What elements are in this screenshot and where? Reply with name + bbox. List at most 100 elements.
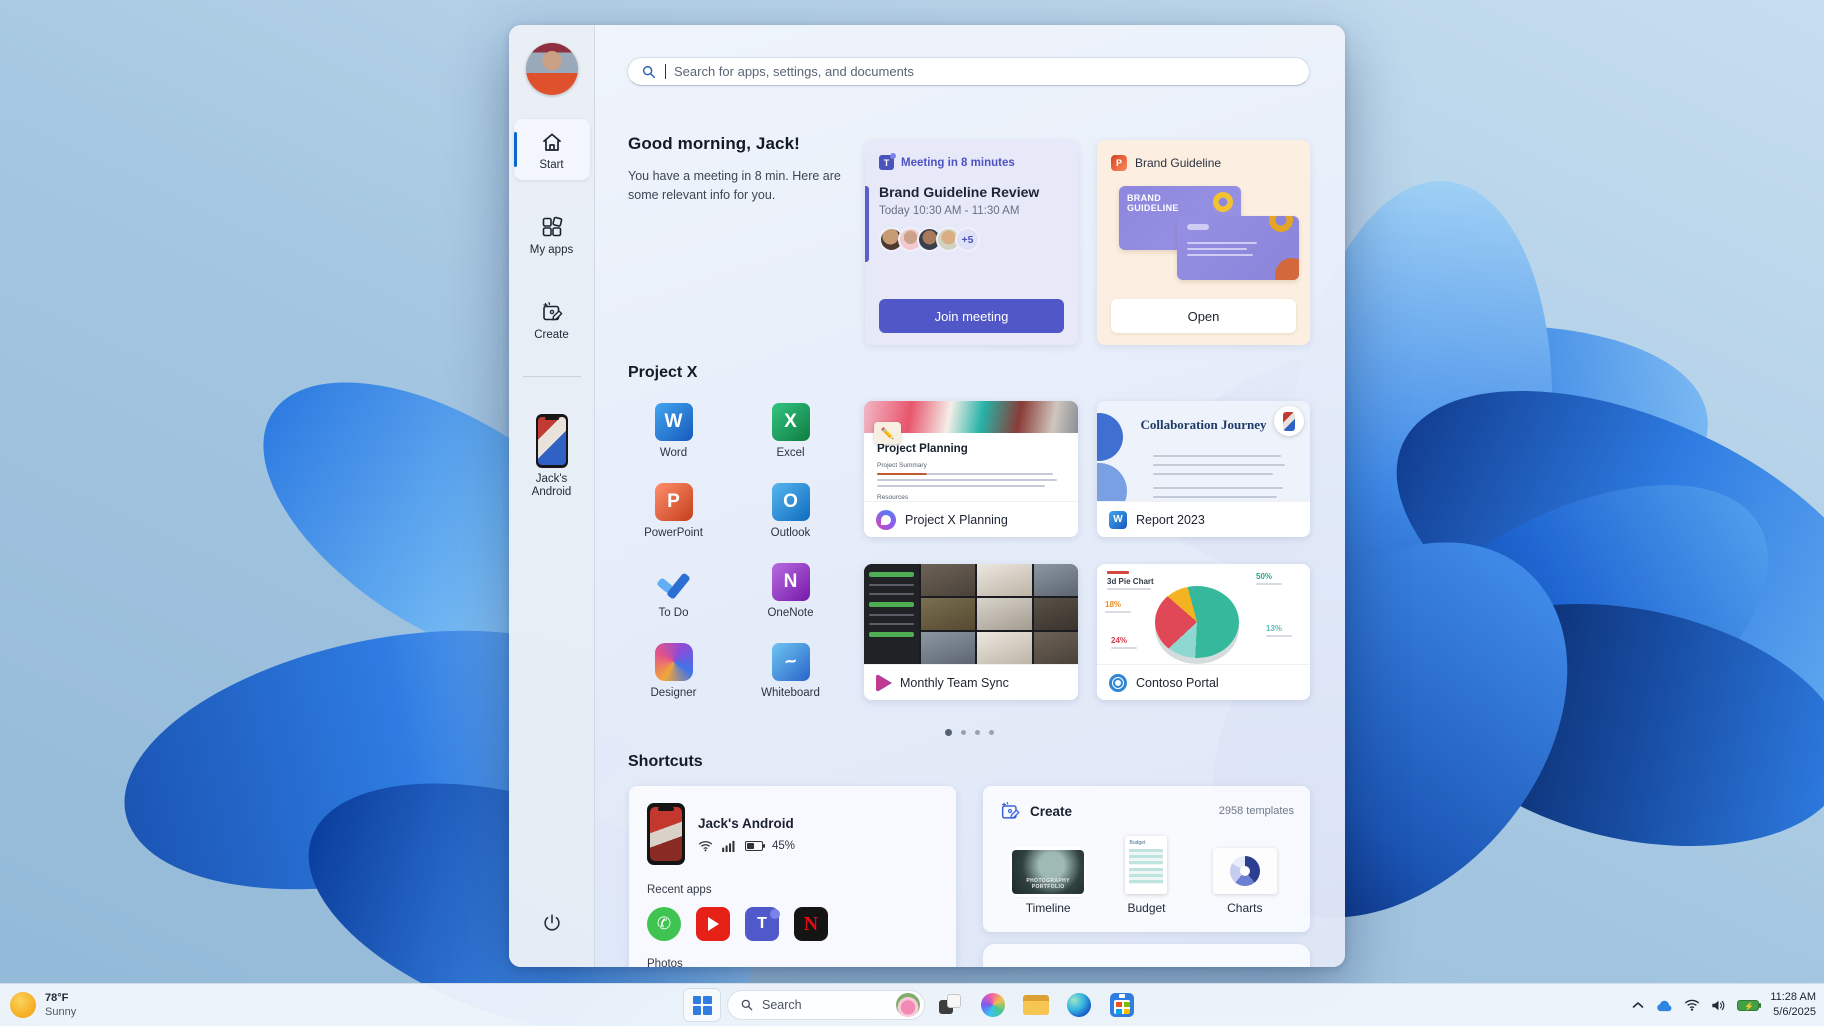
edge-button[interactable]	[1061, 989, 1097, 1021]
join-meeting-button[interactable]: Join meeting	[879, 299, 1064, 333]
card-contoso-portal[interactable]: 3d Pie Chart 50% 18% 24% 13% Contoso Por…	[1097, 564, 1310, 700]
task-view-button[interactable]	[932, 989, 968, 1021]
word-icon: W	[654, 403, 693, 441]
template-label: Budget	[1127, 901, 1166, 915]
template-charts[interactable]: Charts	[1196, 832, 1294, 915]
battery-icon	[745, 841, 765, 851]
phone-card-title: Jack's Android	[698, 816, 794, 831]
tray-chevron-icon[interactable]	[1632, 1001, 1644, 1009]
pie-label: 50%	[1256, 572, 1282, 585]
weather-widget[interactable]: 78°F Sunny	[10, 991, 76, 1020]
power-button[interactable]	[532, 903, 572, 943]
search-placeholder: Search for apps, settings, and documents	[674, 64, 914, 79]
battery-charging-icon[interactable]: ⚡	[1737, 999, 1762, 1011]
recent-apps-label: Recent apps	[647, 884, 712, 896]
file-explorer-button[interactable]	[1018, 989, 1054, 1021]
apps-grid-icon	[542, 216, 562, 237]
carousel-pagination[interactable]	[628, 729, 1310, 736]
taskbar-search-label: Search	[762, 998, 802, 1012]
brand-guideline-card[interactable]: P Brand Guideline BRAND GUIDELINE Open	[1097, 140, 1310, 345]
pagination-dot[interactable]	[960, 730, 966, 735]
slide-line	[1187, 242, 1257, 244]
sidebar-item-start[interactable]: Start	[513, 119, 590, 180]
app-label: To Do	[658, 607, 689, 619]
donut-shape	[1269, 216, 1293, 232]
circle-shape	[1097, 463, 1127, 501]
home-icon	[542, 133, 561, 151]
designer-icon	[654, 643, 693, 681]
open-button[interactable]: Open	[1111, 299, 1296, 333]
meeting-chat-panel	[864, 564, 919, 664]
speaker-icon[interactable]	[1711, 999, 1726, 1012]
taskbar-clock[interactable]: 11:28 AM 5/6/2025	[1770, 990, 1816, 1020]
phone-shortcut-card[interactable]: Jack's Android 45% Recent apps ✆ T N Pho…	[629, 786, 956, 967]
app-label: Outlook	[770, 527, 811, 539]
start-button[interactable]	[684, 989, 720, 1021]
search-input[interactable]: Search for apps, settings, and documents	[627, 57, 1310, 86]
teams-icon[interactable]: T	[745, 907, 780, 941]
app-label: PowerPoint	[644, 527, 703, 539]
card-footer: Contoso Portal	[1097, 664, 1310, 700]
word-doc-icon: W	[1109, 510, 1127, 529]
search-icon	[642, 65, 656, 78]
card-project-x-planning[interactable]: ✏️ Project Planning Project Summary Reso…	[864, 401, 1078, 537]
meeting-card[interactable]: T Meeting in 8 minutes Brand Guideline R…	[865, 140, 1078, 345]
youtube-icon[interactable]	[696, 907, 730, 941]
sidebar-item-label: Start	[539, 159, 564, 171]
whatsapp-icon[interactable]: ✆	[647, 907, 681, 941]
budget-thumbnail: Budget	[1125, 836, 1168, 894]
teams-icon: T	[879, 153, 896, 170]
app-tile-designer[interactable]: Designer	[624, 631, 724, 711]
app-tile-onenote[interactable]: N OneNote	[741, 551, 841, 631]
app-tile-powerpoint[interactable]: P PowerPoint	[624, 471, 724, 551]
wifi-icon[interactable]	[1684, 999, 1700, 1011]
attendee-overflow-badge: +5	[955, 227, 980, 252]
weather-condition: Sunny	[45, 1006, 77, 1018]
create-shortcut-card[interactable]: Create 2958 templates PHOTOGRAPHY PORTFO…	[983, 786, 1310, 932]
sidebar-item-create[interactable]: Create	[514, 289, 590, 350]
onedrive-icon[interactable]	[1655, 999, 1673, 1012]
brand-card-title: Brand Guideline	[1135, 156, 1222, 170]
text-line	[1153, 496, 1277, 498]
card-monthly-team-sync[interactable]: Monthly Team Sync	[864, 564, 1078, 700]
phone-thumbnail-icon	[535, 414, 568, 468]
outlook-icon: O	[771, 483, 810, 521]
greeting-body: You have a meeting in 8 min. Here are so…	[628, 169, 841, 203]
app-tile-word[interactable]: W Word	[624, 391, 724, 471]
app-tile-excel[interactable]: X Excel	[741, 391, 841, 471]
timeline-thumbnail: PHOTOGRAPHY PORTFOLIO	[1012, 850, 1085, 894]
app-label: OneNote	[767, 607, 814, 619]
sidebar-item-jacks-android[interactable]: Jack's Android	[514, 403, 590, 507]
project-app-grid: W Word X Excel P PowerPoint O Outlook To…	[615, 391, 849, 711]
app-tile-todo[interactable]: To Do	[624, 551, 724, 631]
netflix-icon[interactable]: N	[794, 907, 828, 941]
template-budget[interactable]: Budget Budget	[1097, 832, 1195, 915]
card-report-2023[interactable]: Collaboration Journey W Report 2023	[1097, 401, 1310, 537]
template-timeline[interactable]: PHOTOGRAPHY PORTFOLIO Timeline	[999, 832, 1097, 915]
edge-icon	[1067, 993, 1091, 1017]
store-button[interactable]	[1104, 989, 1140, 1021]
onenote-icon: N	[771, 563, 810, 601]
brand-slide-text: BRAND GUIDELINE	[1127, 193, 1179, 213]
copilot-button[interactable]	[975, 989, 1011, 1021]
app-tile-whiteboard[interactable]: Whiteboard	[741, 631, 841, 711]
video-tile	[920, 564, 976, 596]
power-icon	[543, 914, 560, 931]
planning-doc-subtitle: Project Summary	[877, 462, 927, 469]
brand-slide-front	[1177, 216, 1299, 280]
pagination-dot-active[interactable]	[944, 729, 952, 736]
user-avatar[interactable]	[525, 43, 578, 95]
phone-status-row: 45%	[698, 840, 795, 852]
pagination-dot[interactable]	[988, 730, 994, 735]
pie-chart	[1155, 586, 1239, 658]
pagination-dot[interactable]	[974, 730, 980, 735]
sidebar-item-my-apps[interactable]: My apps	[514, 204, 590, 265]
taskbar-search[interactable]: Search	[727, 990, 925, 1020]
text-line	[877, 479, 1057, 481]
recent-apps-row: ✆ T N	[647, 907, 938, 941]
app-tile-outlook[interactable]: O Outlook	[741, 471, 841, 551]
create-card-title: Create	[1030, 803, 1073, 819]
card-label: Monthly Team Sync	[900, 675, 1009, 690]
pie-chart-title: 3d Pie Chart	[1107, 577, 1154, 586]
loop-icon	[876, 509, 896, 530]
